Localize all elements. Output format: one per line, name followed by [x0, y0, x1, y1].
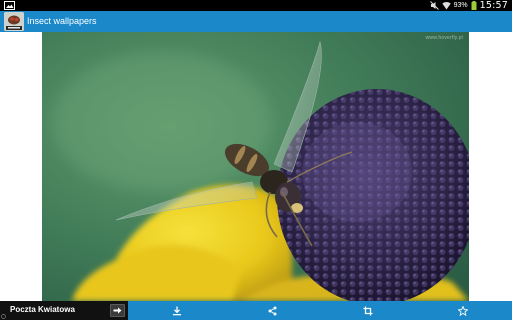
mute-icon: [429, 1, 439, 10]
status-bar: 93% 15:57: [0, 0, 512, 11]
watermark: www.hoverfly.pl: [425, 35, 463, 41]
status-icons: 93% 15:57: [429, 0, 508, 11]
download-button[interactable]: [162, 301, 192, 320]
wallpaper-image[interactable]: www.hoverfly.pl: [42, 32, 469, 301]
screen: 93% 15:57 Insect wallpapers www.hoverfly…: [0, 0, 512, 320]
ad-arrow-button[interactable]: [110, 304, 125, 317]
wallpaper-photo: [42, 32, 469, 301]
ad-banner[interactable]: Poczta Kwiatowa: [0, 301, 128, 320]
wifi-icon: [441, 1, 451, 10]
clock: 15:57: [479, 0, 508, 11]
favorite-button[interactable]: [448, 301, 478, 320]
ad-info-icon[interactable]: [1, 314, 6, 319]
share-button[interactable]: [257, 301, 287, 320]
crop-icon: [363, 306, 373, 315]
ad-title[interactable]: Poczta Kwiatowa: [10, 305, 75, 314]
app-icon[interactable]: [4, 12, 24, 31]
bottom-toolbar: [128, 301, 512, 320]
crop-button[interactable]: [353, 301, 383, 320]
picture-notification-icon: [4, 1, 15, 10]
battery-icon: [471, 1, 477, 10]
battery-percent: 93%: [453, 2, 468, 9]
star-icon: [458, 305, 468, 316]
app-title: Insect wallpapers: [27, 16, 97, 26]
share-icon: [268, 306, 276, 315]
arrow-right-icon: [113, 307, 122, 314]
action-bar: Insect wallpapers: [0, 11, 512, 32]
download-icon: [173, 306, 181, 315]
